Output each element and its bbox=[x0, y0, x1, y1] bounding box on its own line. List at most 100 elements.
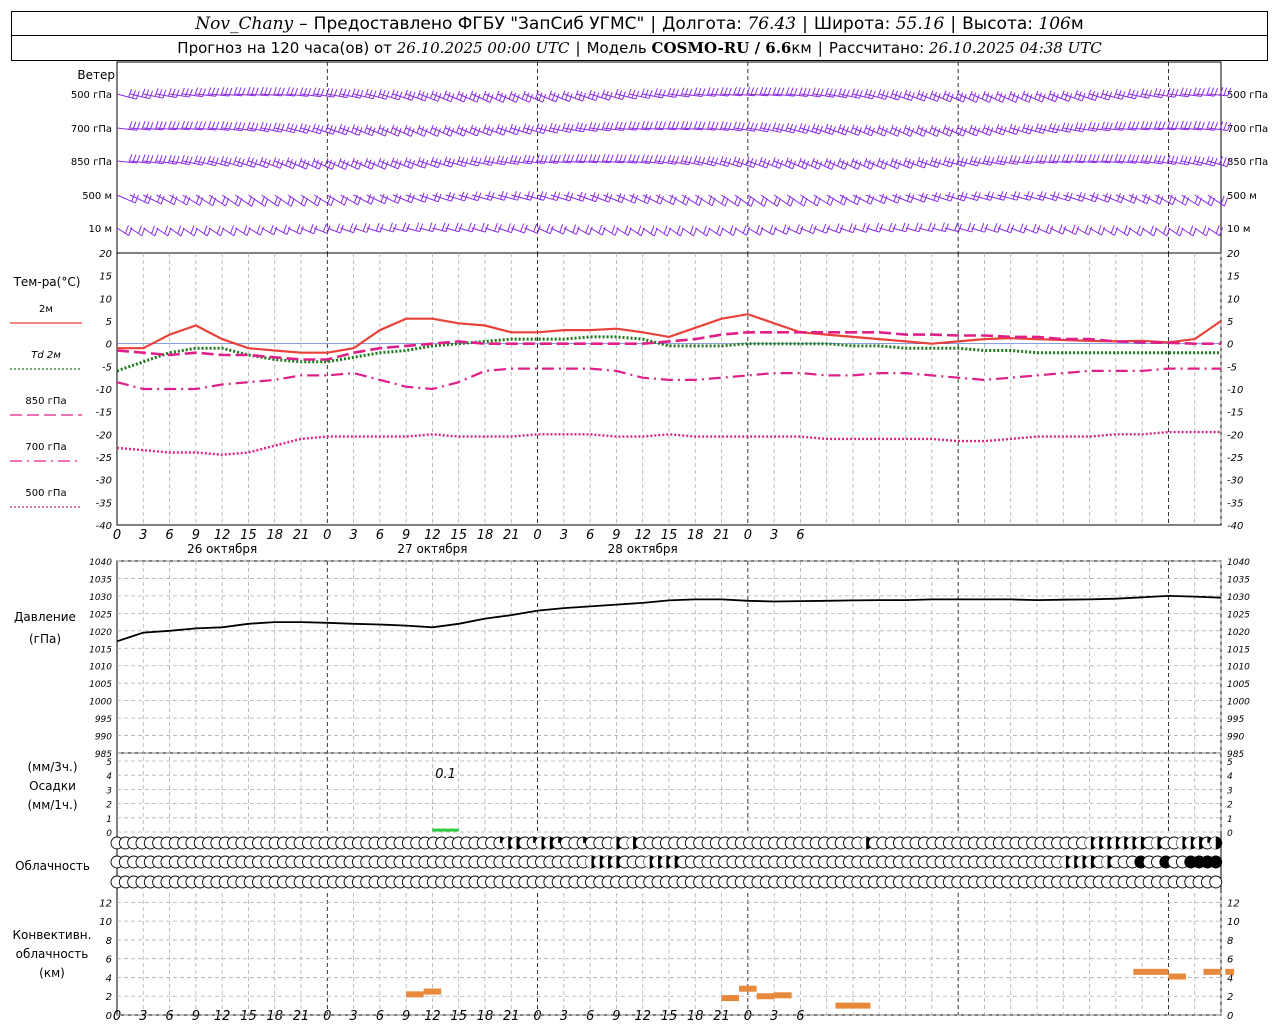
wind-barb-feather bbox=[688, 88, 693, 98]
temp-y-tick: -10 bbox=[96, 385, 112, 396]
x-tick-label: 0 bbox=[744, 528, 752, 543]
wind-barb-feather bbox=[1003, 192, 1008, 201]
wind-barb-feather bbox=[1123, 225, 1128, 234]
wind-barb-feather bbox=[420, 126, 425, 135]
wind-barb-feather bbox=[299, 225, 304, 235]
wind-barb-feather bbox=[138, 225, 142, 234]
x-tick-label: 3 bbox=[139, 528, 147, 543]
wind-barb-feather bbox=[473, 156, 478, 166]
precip-y-tick: 5 bbox=[1227, 758, 1233, 768]
wind-barb-feather bbox=[1058, 224, 1063, 233]
wind-barb-feather bbox=[862, 222, 866, 232]
wind-barb-feather bbox=[1016, 192, 1021, 201]
wind-barb-feather bbox=[1202, 225, 1207, 234]
wind-barb-feather bbox=[688, 156, 693, 165]
wind-barb-feather bbox=[812, 225, 817, 234]
wind-barb-feather bbox=[364, 88, 369, 97]
wind-barb-feather bbox=[394, 159, 399, 168]
wind-barb-feather bbox=[893, 159, 898, 168]
x-tick-label: 21 bbox=[293, 528, 310, 543]
wind-barb-feather bbox=[495, 90, 500, 100]
wind-barb-feather bbox=[972, 92, 977, 101]
temp-y-tick: -25 bbox=[96, 453, 112, 464]
wind-barb-feather bbox=[884, 91, 889, 100]
wind-barb-feather bbox=[985, 92, 990, 101]
wind-barb-feather bbox=[548, 122, 553, 132]
wind-barb-feather bbox=[313, 225, 318, 234]
wind-barb-shaft bbox=[484, 227, 499, 233]
wind-barb-feather bbox=[1140, 88, 1145, 97]
x-tick-label: 9 bbox=[192, 1009, 200, 1024]
wind-barb-feather bbox=[995, 155, 1000, 164]
wind-barb-feather bbox=[693, 155, 698, 164]
wind-barb-feather bbox=[880, 126, 885, 135]
wind-barb-feather bbox=[403, 124, 408, 134]
wind-barb-feather bbox=[719, 156, 724, 165]
wind-barb-feather bbox=[210, 156, 215, 165]
convective-y-tick: 10 bbox=[1227, 917, 1240, 928]
legend-label: 850 гПа bbox=[25, 396, 66, 407]
wind-barb-feather bbox=[432, 223, 437, 232]
wind-barb-feather bbox=[220, 155, 225, 165]
legend-label: 500 гПа bbox=[25, 488, 66, 499]
wind-barb-feather bbox=[390, 89, 395, 98]
wind-barb-feather bbox=[264, 198, 269, 207]
wind-barb-feather bbox=[450, 128, 455, 137]
wind-barb-feather bbox=[180, 227, 185, 237]
wind-barb-feather bbox=[1019, 223, 1024, 232]
wind-barb-feather bbox=[592, 122, 597, 131]
x-tick-label: 18 bbox=[477, 1009, 494, 1024]
wind-barb-feather bbox=[897, 194, 902, 204]
wind-barb-feather bbox=[769, 224, 774, 234]
wind-barb-feather bbox=[517, 156, 522, 165]
temp-y-tick: -35 bbox=[1227, 498, 1243, 509]
temp-y-tick: 5 bbox=[106, 317, 112, 328]
convective-bar bbox=[756, 993, 775, 1000]
wind-barb-feather bbox=[197, 156, 202, 165]
pressure-y-tick: 1020 bbox=[1227, 628, 1250, 638]
wind-barb-feather bbox=[611, 225, 616, 234]
wind-barb-feather bbox=[851, 88, 856, 97]
wind-barb-feather bbox=[945, 126, 950, 135]
wind-barb-feather bbox=[805, 160, 810, 170]
wind-barb-feather bbox=[433, 126, 438, 135]
pressure-y-tick: 995 bbox=[1227, 715, 1244, 725]
wind-barb-feather bbox=[402, 222, 407, 231]
pressure-y-tick: 990 bbox=[1227, 733, 1244, 743]
wind-barb-feather bbox=[575, 122, 580, 131]
wind-barb-feather bbox=[585, 224, 590, 234]
wind-barb-feather bbox=[883, 160, 888, 170]
convective-y-tick: 4 bbox=[106, 973, 112, 984]
wind-barb-feather bbox=[838, 88, 842, 97]
wind-barb-shaft bbox=[471, 227, 486, 233]
wind-barb-feather bbox=[1134, 90, 1139, 100]
wind-level-label: 10 м bbox=[89, 224, 112, 235]
legend-label: 700 гПа bbox=[25, 442, 66, 453]
precip-y-tick: 1 bbox=[1227, 815, 1233, 825]
wind-barb-feather bbox=[729, 225, 734, 234]
convective-y-tick: 2 bbox=[106, 992, 112, 1003]
wind-barb-feather bbox=[351, 88, 356, 97]
wind-barb-feather bbox=[853, 159, 858, 168]
x-tick-label: 21 bbox=[713, 1009, 730, 1024]
wind-barb-feather bbox=[302, 124, 307, 133]
x-tick-label: 3 bbox=[349, 528, 357, 543]
wind-barb-feather bbox=[901, 222, 906, 231]
wind-barb-feather bbox=[562, 225, 567, 235]
wind-barb-feather bbox=[272, 122, 277, 131]
wind-barb-feather bbox=[549, 225, 554, 234]
wind-barb-feather bbox=[897, 160, 902, 169]
wind-barb-feather bbox=[806, 125, 811, 134]
wind-barb-feather bbox=[850, 157, 855, 167]
wind-barb-feather bbox=[476, 127, 481, 137]
wind-barb-feather bbox=[397, 195, 402, 204]
wind-barb-feather bbox=[609, 122, 614, 132]
wind-barb-feather bbox=[261, 195, 266, 205]
wind-level-label: 500 гПа bbox=[1227, 90, 1268, 101]
wind-barb-feather bbox=[941, 222, 945, 231]
convective-y-tick: 6 bbox=[106, 955, 112, 966]
wind-barb-feather bbox=[583, 123, 587, 133]
precip-y-tick: 2 bbox=[1227, 801, 1233, 811]
wind-barb-feather bbox=[201, 156, 206, 166]
wind-barb-feather bbox=[680, 155, 685, 164]
